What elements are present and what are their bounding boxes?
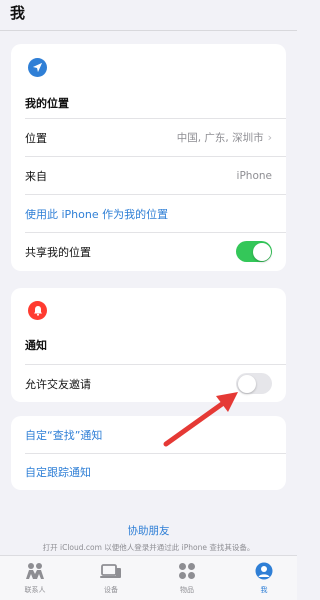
people-icon	[24, 561, 46, 581]
my-location-heading: 我的位置	[25, 97, 69, 110]
from-value: iPhone	[236, 169, 272, 182]
share-location-row: 共享我的位置	[11, 233, 286, 270]
help-friend-link[interactable]: 协助朋友	[0, 523, 297, 538]
share-location-label: 共享我的位置	[25, 245, 91, 259]
location-row[interactable]: 位置 中国, 广东, 深圳市 ›	[11, 119, 286, 156]
bell-icon	[28, 301, 47, 320]
custom-tracking-notify-label: 自定跟踪通知	[25, 465, 91, 479]
tab-bar: 联系人 设备 物品 我	[0, 555, 297, 600]
custom-tracking-notify-link[interactable]: 自定跟踪通知	[11, 453, 286, 490]
tab-devices-label: 设备	[104, 586, 118, 594]
tab-items[interactable]: 物品	[162, 561, 212, 599]
items-icon	[176, 561, 198, 581]
tab-items-label: 物品	[180, 586, 194, 594]
annotation-arrow	[163, 392, 238, 447]
devices-icon	[100, 561, 122, 581]
tab-devices[interactable]: 设备	[86, 561, 136, 599]
toggle-knob	[252, 242, 271, 261]
tab-people-label: 联系人	[24, 586, 46, 594]
allow-invites-label: 允许交友邀请	[25, 377, 91, 391]
from-label: 来自	[25, 169, 47, 183]
location-arrow-icon	[28, 58, 47, 77]
header-divider	[0, 30, 297, 31]
chevron-right-icon: ›	[267, 131, 272, 144]
location-card: 我的位置 位置 中国, 广东, 深圳市 › 来自 iPhone 使用此 iPho…	[11, 44, 286, 271]
from-row: 来自 iPhone	[11, 157, 286, 194]
location-label: 位置	[25, 131, 47, 145]
custom-find-notify-label: 自定“查找”通知	[25, 428, 103, 442]
tab-me[interactable]: 我	[239, 561, 289, 599]
notify-heading: 通知	[25, 339, 47, 352]
notify-card: 通知 允许交友邀请	[11, 288, 286, 402]
tab-me-label: 我	[260, 586, 268, 594]
help-note: 打开 iCloud.com 以便他人登录并通过此 iPhone 查找其设备。	[42, 543, 255, 552]
use-this-iphone-link[interactable]: 使用此 iPhone 作为我的位置	[11, 195, 286, 232]
share-location-toggle[interactable]	[236, 241, 272, 262]
page-title: 我	[10, 4, 26, 22]
tab-people[interactable]: 联系人	[10, 561, 60, 599]
person-icon	[253, 561, 275, 581]
location-value: 中国, 广东, 深圳市	[176, 132, 264, 144]
use-this-iphone-label: 使用此 iPhone 作为我的位置	[25, 207, 169, 221]
